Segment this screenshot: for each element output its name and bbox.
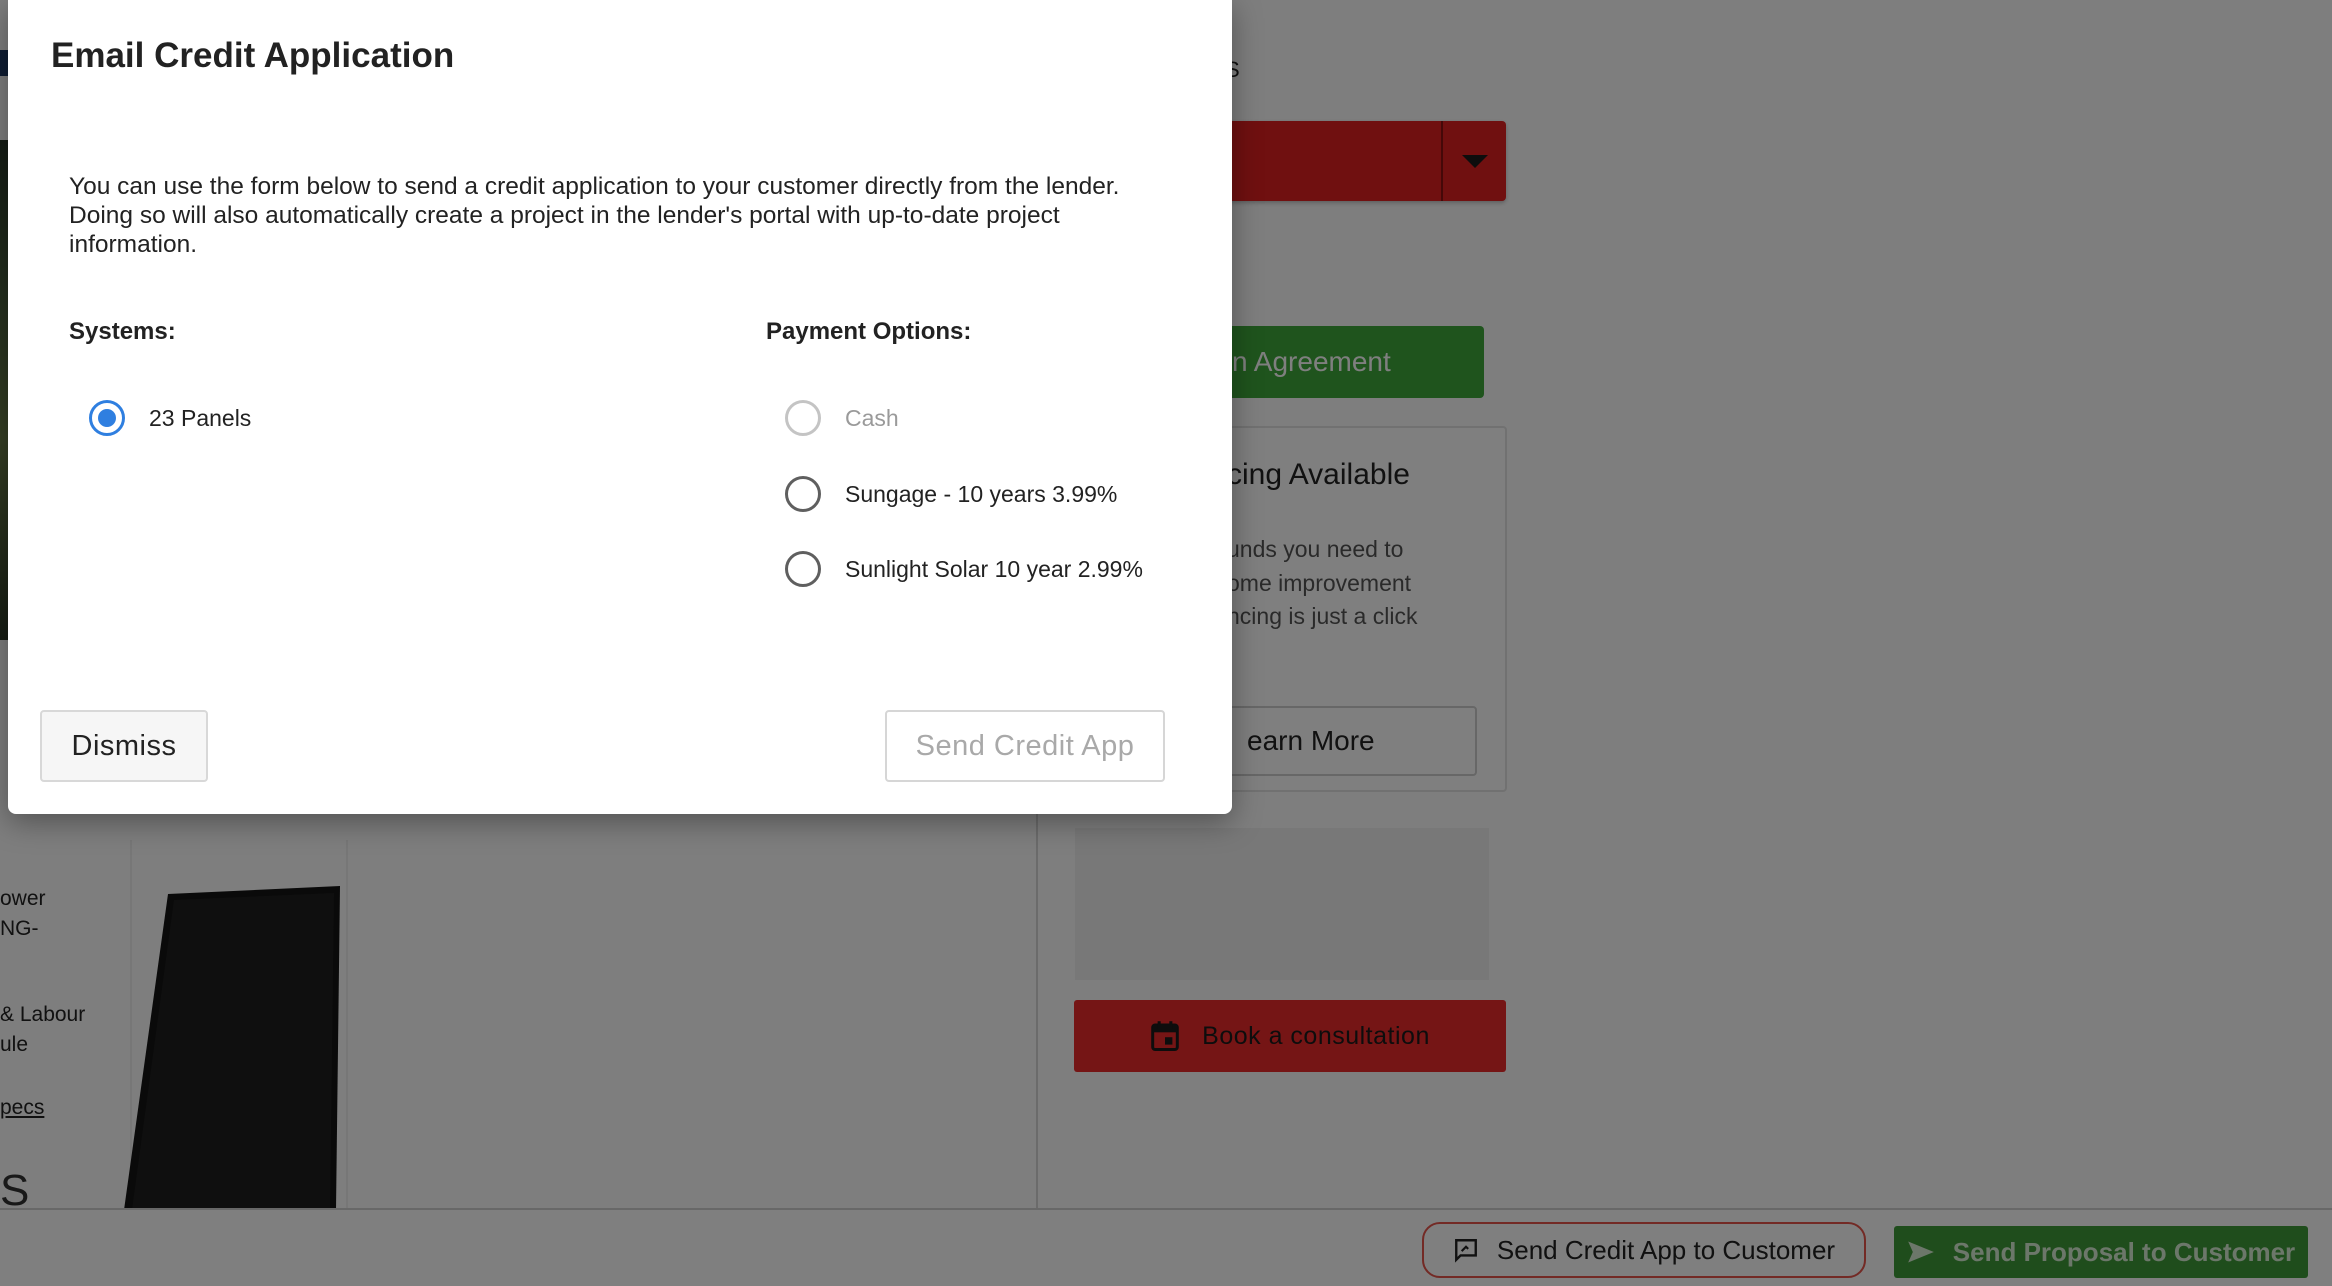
system-option-label: 23 Panels — [149, 404, 252, 431]
dialog-title: Email Credit Application — [51, 36, 455, 75]
radio-button-selected[interactable] — [89, 400, 125, 436]
dialog-description: You can use the form below to send a cre… — [69, 173, 1120, 258]
payment-option-label: Sunlight Solar 10 year 2.99% — [845, 555, 1143, 582]
radio-button-disabled[interactable] — [785, 400, 821, 436]
payment-option-cash[interactable]: Cash — [785, 400, 899, 436]
email-credit-application-dialog: Email Credit Application You can use the… — [8, 0, 1232, 814]
dismiss-button[interactable]: Dismiss — [40, 710, 208, 782]
payment-option-label: Sungage - 10 years 3.99% — [845, 480, 1118, 507]
radio-button[interactable] — [785, 551, 821, 587]
send-credit-app-submit-button[interactable]: Send Credit App — [885, 710, 1165, 782]
payment-options-label: Payment Options: — [766, 318, 972, 345]
payment-option-sunlight[interactable]: Sunlight Solar 10 year 2.99% — [785, 551, 1143, 587]
payment-option-label: Cash — [845, 404, 899, 431]
payment-option-sungage[interactable]: Sungage - 10 years 3.99% — [785, 476, 1117, 512]
system-option[interactable]: 23 Panels — [89, 400, 251, 436]
systems-label: Systems: — [69, 318, 176, 345]
radio-button[interactable] — [785, 476, 821, 512]
